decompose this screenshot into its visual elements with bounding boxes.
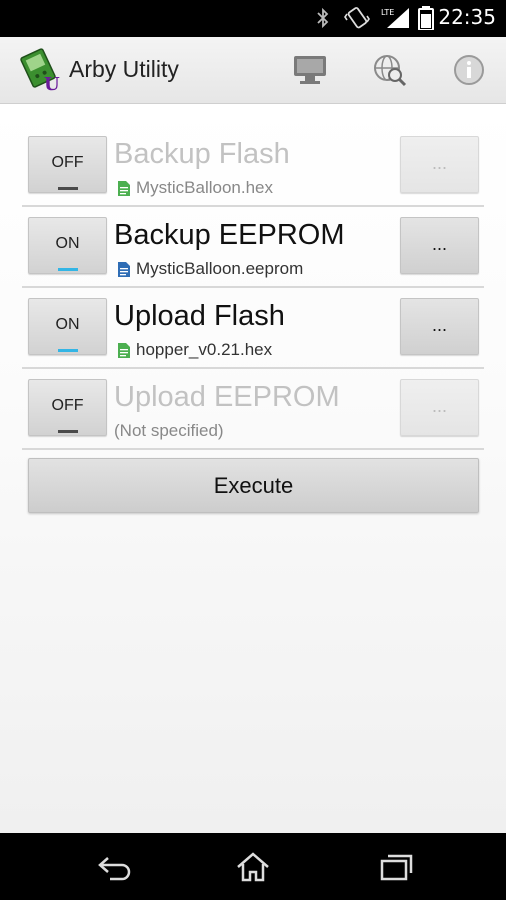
bluetooth-icon [317,7,329,29]
backup-flash-browse-button[interactable]: ... [400,136,479,193]
app-logo-icon: U [20,48,60,92]
row-file: MysticBalloon.hex [118,178,273,198]
toggle-indicator [58,349,78,352]
upload-flash-toggle[interactable]: ON [28,298,107,355]
row-backup-flash: OFF Backup Flash MysticBalloon.hex ... [22,126,484,207]
toggle-label: OFF [51,154,84,171]
row-title: Backup Flash [114,138,290,170]
backup-flash-toggle[interactable]: OFF [28,136,107,193]
toggle-label: OFF [51,397,84,414]
eeprom-file-icon [118,261,130,277]
monitor-icon[interactable] [290,50,330,90]
file-name: hopper_v0.21.hex [136,340,273,359]
file-name: MysticBalloon.hex [136,178,274,197]
lte-label: LTE [381,8,394,17]
row-title: Upload EEPROM [114,381,340,413]
toggle-label: ON [55,316,80,333]
row-upload-eeprom: OFF Upload EEPROM (Not specified) ... [22,369,484,450]
browse-label: ... [431,396,447,416]
row-file: hopper_v0.21.hex [118,340,272,360]
action-bar: U Arby Utility [0,37,506,104]
execute-label: Execute [213,473,294,498]
main-content: OFF Backup Flash MysticBalloon.hex ... O… [0,104,506,833]
logo-letter: U [44,74,60,92]
upload-eeprom-toggle[interactable]: OFF [28,379,107,436]
lte-signal-icon: LTE [381,8,409,28]
back-icon[interactable] [94,850,134,884]
app-title: Arby Utility [69,56,179,82]
browse-label: ... [431,234,447,254]
toggle-indicator [58,268,78,271]
upload-flash-browse-button[interactable]: ... [400,298,479,355]
row-title: Upload Flash [114,300,285,332]
clock: 22:35 [438,5,496,29]
browse-label: ... [431,315,447,335]
file-name: (Not specified) [114,421,224,440]
execute-button[interactable]: Execute [28,458,479,513]
hex-file-icon [118,180,130,196]
recent-apps-icon[interactable] [376,850,416,884]
home-icon[interactable] [233,850,273,884]
upload-eeprom-browse-button[interactable]: ... [400,379,479,436]
hex-file-icon [118,342,130,358]
browse-label: ... [431,153,447,173]
info-icon[interactable] [449,50,489,90]
toggle-indicator [58,430,78,433]
web-search-icon[interactable] [370,50,410,90]
row-title: Backup EEPROM [114,219,345,251]
backup-eeprom-browse-button[interactable]: ... [400,217,479,274]
toggle-indicator [58,187,78,190]
row-file: MysticBalloon.eeprom [118,259,303,279]
row-backup-eeprom: ON Backup EEPROM MysticBalloon.eeprom ..… [22,207,484,288]
file-name: MysticBalloon.eeprom [136,259,304,278]
row-upload-flash: ON Upload Flash hopper_v0.21.hex ... [22,288,484,369]
vibrate-icon [344,7,370,29]
navigation-bar [0,833,506,900]
toggle-label: ON [55,235,80,252]
status-bar: LTE 22:35 [0,0,506,37]
battery-icon [418,6,434,30]
backup-eeprom-toggle[interactable]: ON [28,217,107,274]
row-file: (Not specified) [114,421,224,441]
